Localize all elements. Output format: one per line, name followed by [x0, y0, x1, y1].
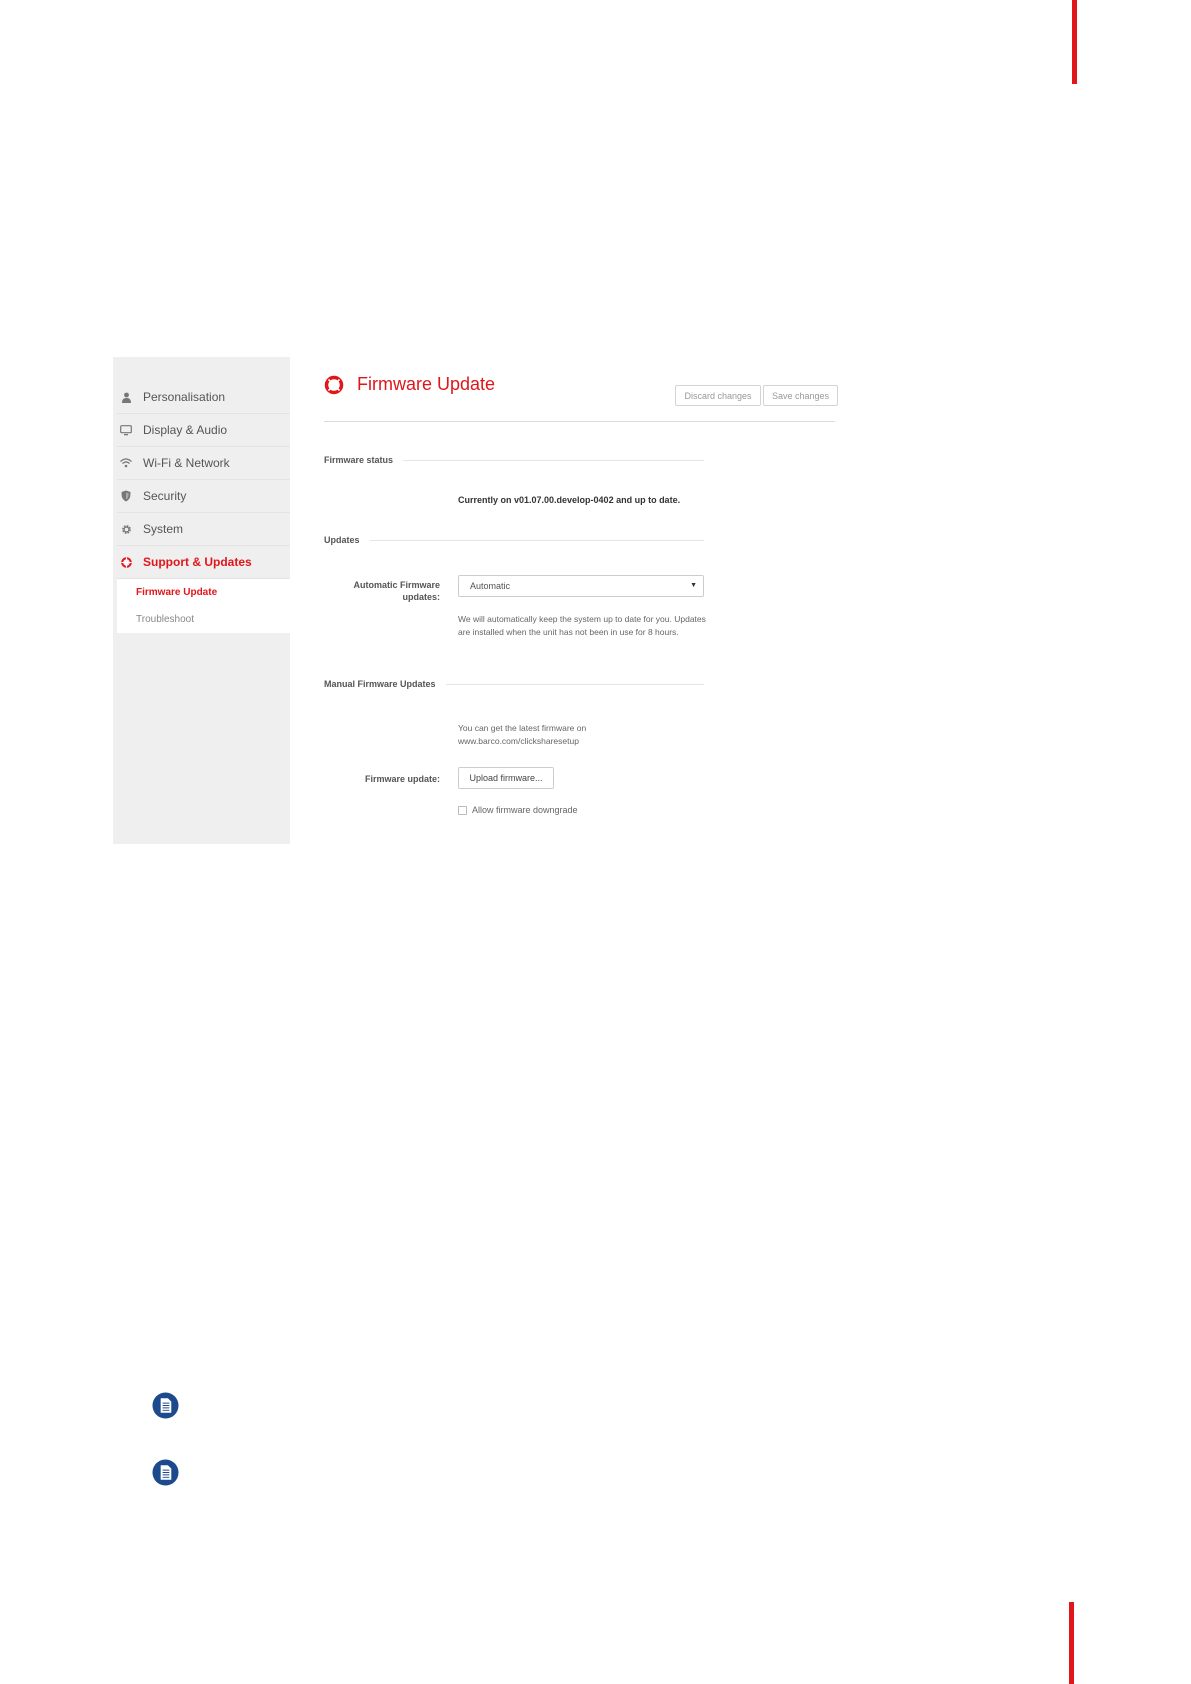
note-document-icon — [152, 1459, 179, 1486]
wifi-icon — [120, 457, 132, 469]
auto-update-help: We will automatically keep the system up… — [458, 614, 706, 637]
section-divider — [369, 539, 704, 541]
sidebar-item-security[interactable]: Security — [117, 480, 290, 513]
firmware-status-text: Currently on v01.07.00.develop-0402 and … — [458, 495, 681, 505]
shield-icon — [120, 490, 132, 502]
discard-changes-button[interactable]: Discard changes — [675, 385, 761, 406]
sidebar-subitem-label: Troubleshoot — [136, 614, 194, 625]
sidebar-item-personalisation[interactable]: Personalisation — [117, 381, 290, 414]
sidebar-item-display-audio[interactable]: Display & Audio — [117, 414, 290, 447]
sidebar-item-label: System — [143, 522, 184, 536]
upload-firmware-button[interactable]: Upload firmware... — [458, 767, 554, 789]
firmware-update-label: Firmware update: — [364, 774, 440, 784]
allow-downgrade-row: Allow firmware downgrade — [458, 805, 578, 815]
sidebar-nav: Personalisation Display & Audio Wi-Fi & … — [117, 381, 290, 633]
section-heading: Manual Firmware Updates — [324, 679, 436, 689]
auto-firmware-select[interactable]: Automatic ▼ — [458, 575, 704, 597]
sidebar-item-label: Security — [143, 489, 187, 503]
page-edge-marker-top — [1072, 0, 1077, 84]
sidebar: Personalisation Display & Audio Wi-Fi & … — [113, 357, 290, 844]
section-manual-updates: Manual Firmware Updates — [324, 679, 704, 689]
sidebar-item-label: Support & Updates — [143, 555, 252, 569]
section-heading: Updates — [324, 535, 360, 545]
section-divider — [445, 683, 704, 685]
page-title: Firmware Update — [357, 374, 496, 394]
monitor-icon — [120, 424, 132, 436]
auto-firmware-label: Automatic Firmware updates: — [353, 580, 440, 602]
allow-downgrade-label: Allow firmware downgrade — [472, 805, 578, 815]
person-icon — [120, 391, 132, 403]
allow-downgrade-checkbox[interactable] — [458, 805, 467, 815]
page-edge-marker-bottom — [1069, 1602, 1074, 1684]
sidebar-item-system[interactable]: System — [117, 513, 290, 546]
lifebuoy-icon — [120, 556, 132, 568]
main-panel: Firmware Update Discard changes Save cha… — [324, 357, 843, 844]
section-divider — [403, 459, 704, 461]
page-header: Firmware Update — [324, 374, 495, 395]
section-heading: Firmware status — [324, 455, 394, 465]
sidebar-subitem-label: Firmware Update — [136, 587, 218, 598]
header-divider — [324, 421, 835, 422]
manual-update-help: You can get the latest firmware on www.b… — [458, 723, 587, 746]
note-document-icon — [152, 1392, 179, 1419]
sidebar-item-label: Wi-Fi & Network — [143, 456, 230, 470]
section-updates: Updates — [324, 535, 704, 545]
auto-firmware-value: Automatic — [470, 581, 511, 591]
sidebar-subitem-firmware-update[interactable]: Firmware Update — [117, 579, 290, 606]
sidebar-subnav: Firmware Update Troubleshoot — [117, 579, 290, 633]
section-firmware-status: Firmware status — [324, 455, 704, 465]
sidebar-item-support-updates[interactable]: Support & Updates — [117, 546, 290, 579]
gear-icon — [120, 523, 132, 535]
save-changes-button[interactable]: Save changes — [763, 385, 838, 406]
chevron-down-icon: ▼ — [690, 582, 697, 589]
sidebar-item-label: Display & Audio — [143, 423, 228, 437]
sidebar-subitem-troubleshoot[interactable]: Troubleshoot — [117, 606, 290, 633]
sidebar-item-wifi-network[interactable]: Wi-Fi & Network — [117, 447, 290, 480]
lifebuoy-icon — [324, 375, 344, 394]
settings-screenshot: Personalisation Display & Audio Wi-Fi & … — [113, 357, 843, 844]
sidebar-item-label: Personalisation — [143, 390, 226, 404]
